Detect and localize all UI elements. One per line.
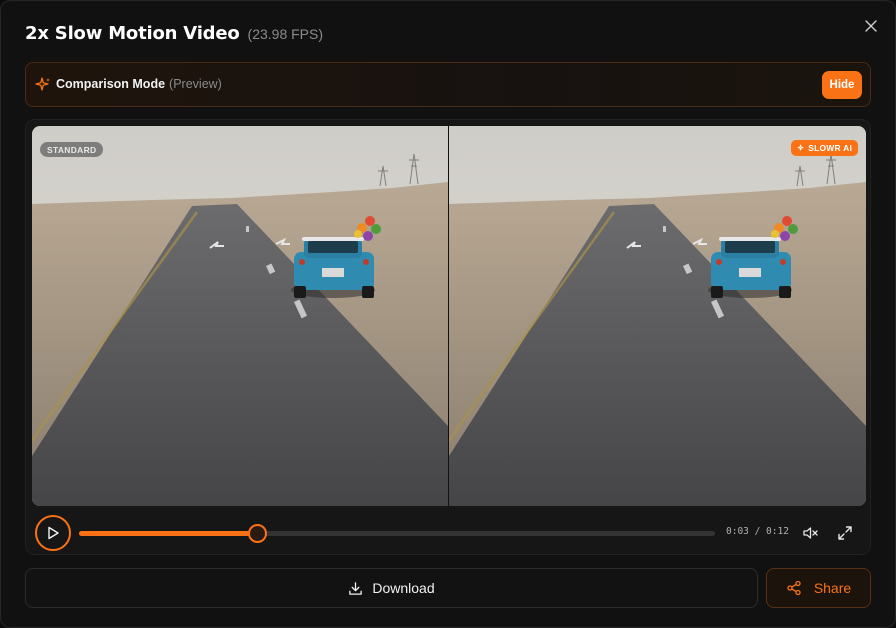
mute-button[interactable] [800,523,820,543]
standard-video-pane: STANDARD [32,126,448,506]
progress-thumb[interactable] [248,524,268,543]
modal-title: 2x Slow Motion Video [25,23,240,44]
fps-label: (23.98 FPS) [247,26,324,42]
desert-road-scene-ai [449,126,866,506]
comparison-mode-sublabel: (Preview) [169,77,222,91]
hide-button[interactable]: Hide [822,71,862,99]
time-display: 0:03 / 0:12 [726,526,789,537]
standard-badge: STANDARD [40,142,104,157]
slowr-ai-badge: SLOWR AI [791,140,858,156]
share-button[interactable]: Share [766,568,871,608]
play-button[interactable] [35,515,71,551]
ai-video-pane: SLOWR AI [449,126,866,506]
volume-muted-icon [803,527,818,539]
slow-motion-modal: 2x Slow Motion Video (23.98 FPS) Compari… [0,0,896,628]
modal-header: 2x Slow Motion Video (23.98 FPS) [25,23,323,49]
download-button[interactable]: Download [25,568,758,608]
close-icon [865,20,877,32]
share-label: Share [813,580,852,596]
progress-bar[interactable] [79,524,715,543]
share-icon [787,580,801,596]
video-player: STANDARD SLOWR AI 0:03 / 0:12 [25,119,871,555]
sparkle-icon [35,77,50,91]
player-controls: 0:03 / 0:12 [32,514,866,551]
desert-road-scene-standard [32,126,448,506]
download-icon [349,581,363,595]
fullscreen-button[interactable] [835,523,855,543]
download-label: Download [372,580,435,596]
expand-icon [838,526,852,540]
comparison-video[interactable]: STANDARD SLOWR AI [32,126,866,506]
close-button[interactable] [861,16,881,36]
play-icon [48,526,59,540]
progress-fill [79,531,258,536]
slowr-ai-badge-label: SLOWR AI [808,143,852,153]
comparison-mode-label: Comparison Mode (Preview) [56,77,222,91]
sparkle-icon [797,144,804,151]
comparison-mode-bar: Comparison Mode (Preview) Hide [25,62,871,107]
